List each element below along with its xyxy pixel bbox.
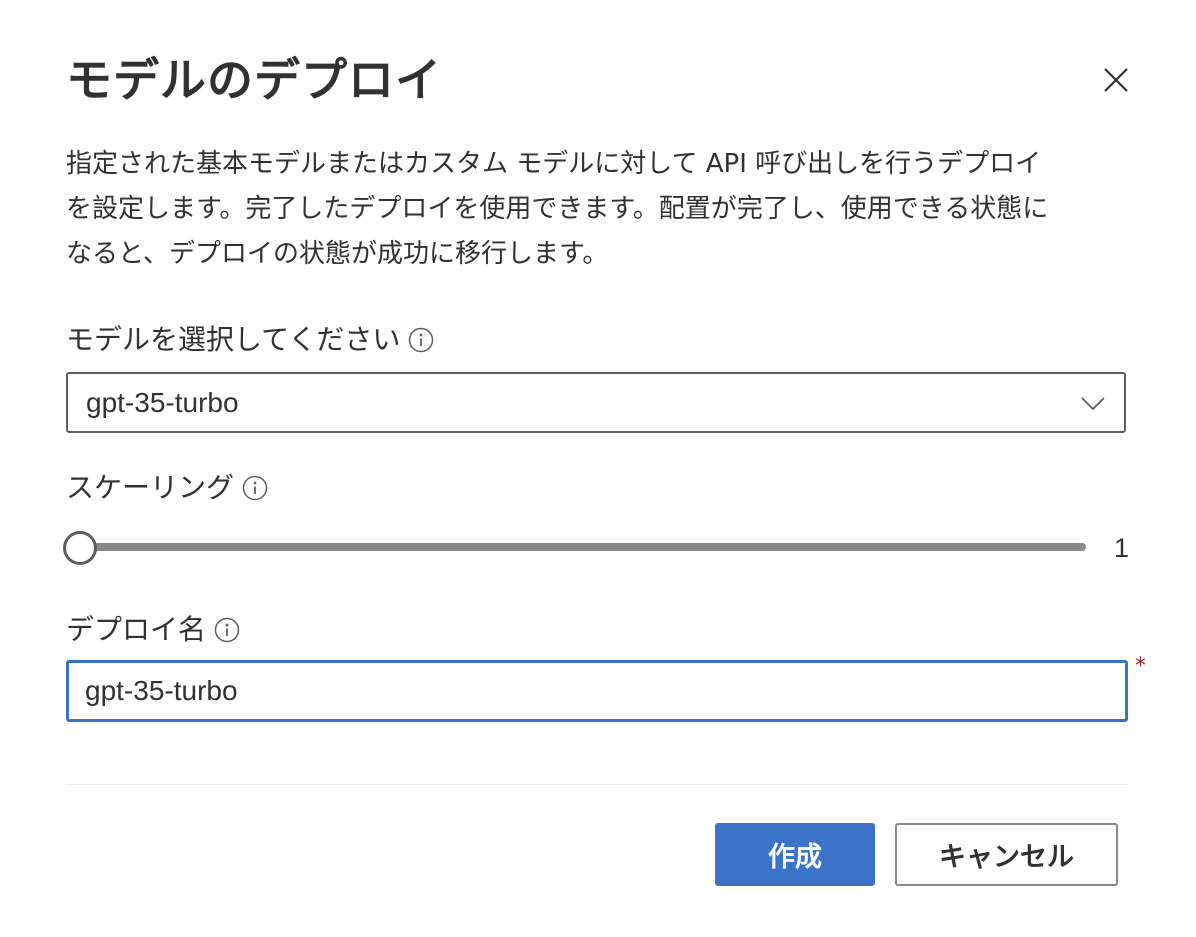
footer-divider <box>66 784 1128 785</box>
chevron-down-icon <box>1080 390 1106 416</box>
scaling-label-text: スケーリング <box>66 471 235 504</box>
close-button[interactable] <box>1096 60 1136 100</box>
deploy-name-label-text: デプロイ名 <box>66 613 207 646</box>
scaling-value: 1 <box>1114 533 1130 563</box>
dialog-title: モデルのデプロイ <box>66 53 442 107</box>
info-icon[interactable] <box>408 327 434 353</box>
slider-thumb[interactable] <box>63 531 97 565</box>
required-indicator: * <box>1135 654 1146 679</box>
model-label-text: モデルを選択してください <box>66 323 401 356</box>
scaling-slider[interactable] <box>63 530 1088 565</box>
info-icon[interactable] <box>242 475 268 501</box>
model-select-dropdown[interactable]: gpt-35-turbo <box>66 372 1126 433</box>
dialog-description: 指定された基本モデルまたはカスタム モデルに対して API 呼び出しを行うデプロ… <box>66 149 1049 269</box>
model-field-label: モデルを選択してください <box>66 320 434 360</box>
info-icon[interactable] <box>214 617 240 643</box>
deploy-model-dialog: モデルのデプロイ 指定された基本モデルまたはカスタム モデルに対して API 呼… <box>0 0 1196 937</box>
scaling-field-label: スケーリング <box>66 468 268 508</box>
deploy-name-input[interactable] <box>66 660 1128 722</box>
slider-track[interactable] <box>80 543 1086 551</box>
cancel-button[interactable]: キャンセル <box>895 823 1118 886</box>
create-button[interactable]: 作成 <box>715 823 875 886</box>
model-select-value: gpt-35-turbo <box>86 387 239 418</box>
deploy-name-field-label: デプロイ名 <box>66 610 240 650</box>
close-icon <box>1096 60 1136 100</box>
